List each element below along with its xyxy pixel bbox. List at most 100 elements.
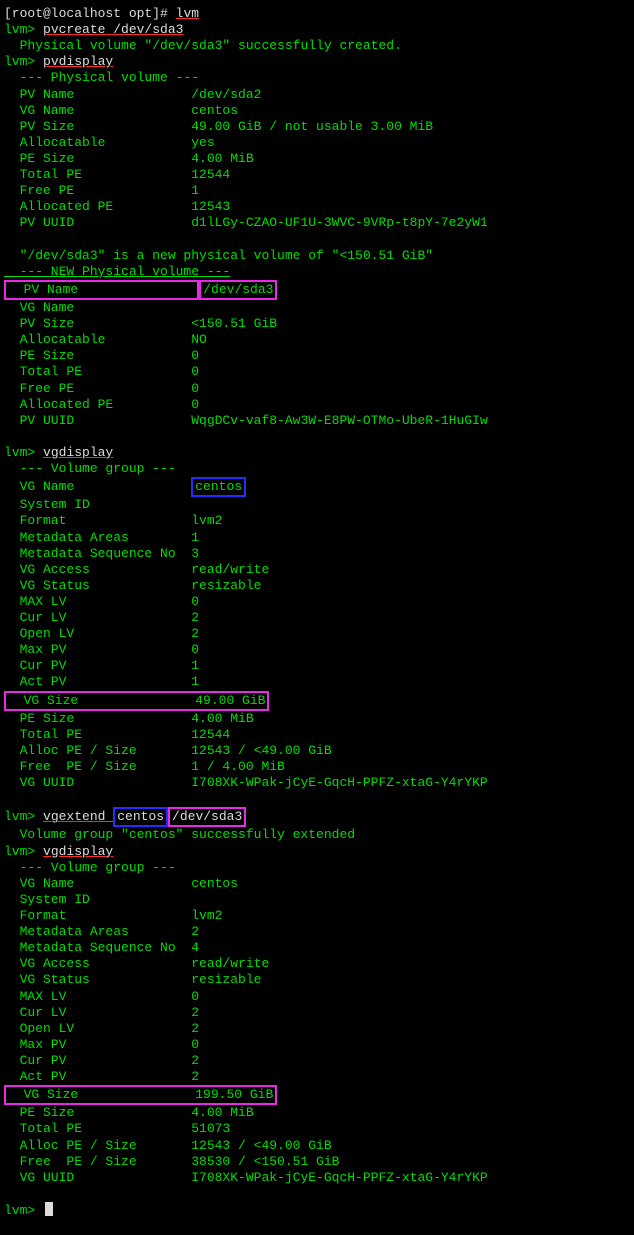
pv-freepe: Free PE 0 <box>4 381 634 397</box>
vg-maxlv: MAX LV 0 <box>4 989 634 1005</box>
vg-uuid: VG UUID I708XK-WPak-jCyE-GqcH-PPFZ-xtaG-… <box>4 1170 634 1186</box>
pv-name: PV Name /dev/sda2 <box>4 87 634 103</box>
terminal[interactable]: [root@localhost opt]# lvm lvm> pvcreate … <box>4 6 634 1219</box>
vg-openlv: Open LV 2 <box>4 626 634 642</box>
vg-totalpe: Total PE 12544 <box>4 727 634 743</box>
section-header: --- Volume group --- <box>4 461 634 477</box>
pv-freepe: Free PE 1 <box>4 183 634 199</box>
pv-name-value: /dev/sda3 <box>203 282 273 297</box>
prompt-line: [root@localhost opt]# lvm <box>4 6 634 22</box>
pv-new-intro: "/dev/sda3" is a new physical volume of … <box>4 248 634 264</box>
vg-size-value: 199.50 GiB <box>195 1087 273 1102</box>
cmd-vgdisplay: vgdisplay <box>43 844 113 859</box>
pv-uuid: PV UUID WqgDCv-vaf8-Aw3W-E8PW-OTMo-UbeR-… <box>4 413 634 429</box>
cursor-icon <box>45 1202 53 1216</box>
lvm-prompt: lvm> <box>4 1203 43 1218</box>
vg-allocpe: Alloc PE / Size 12543 / <49.00 GiB <box>4 1138 634 1154</box>
vg-maxpv: Max PV 0 <box>4 642 634 658</box>
vg-size-row: VG Size 49.00 GiB <box>4 691 634 711</box>
vg-name-label: VG Name <box>4 479 191 494</box>
output-line: Physical volume "/dev/sda3" successfully… <box>4 38 634 54</box>
pv-uuid: PV UUID d1lLGy-CZAO-UF1U-3WVC-9VRp-t8pY-… <box>4 215 634 231</box>
vg-pesize: PE Size 4.00 MiB <box>4 711 634 727</box>
cmd-vgdisplay: vgdisplay <box>43 445 113 460</box>
vg-status: VG Status resizable <box>4 578 634 594</box>
vg-curpv: Cur PV 1 <box>4 658 634 674</box>
vg-access: VG Access read/write <box>4 956 634 972</box>
vgextend-arg-dev: /dev/sda3 <box>168 807 246 827</box>
cmd-lvm: lvm <box>176 6 199 21</box>
vg-size-box: VG Size 49.00 GiB <box>4 691 269 711</box>
vg-actpv: Act PV 2 <box>4 1069 634 1085</box>
vg-totalpe: Total PE 51073 <box>4 1121 634 1137</box>
vg-curlv: Cur LV 2 <box>4 1005 634 1021</box>
pv-new-header: --- NEW Physical volume --- <box>4 264 230 279</box>
pv-vgname: VG Name centos <box>4 103 634 119</box>
prompt-line: lvm> pvdisplay <box>4 54 634 70</box>
pv-size: PV Size <150.51 GiB <box>4 316 634 332</box>
prompt-line: lvm> vgdisplay <box>4 445 634 461</box>
cmd-pvdisplay: pvdisplay <box>43 54 113 69</box>
vg-size-box: VG Size 199.50 GiB <box>4 1085 277 1105</box>
vg-meta: Metadata Areas 1 <box>4 530 634 546</box>
vg-maxlv: MAX LV 0 <box>4 594 634 610</box>
vg-name-value: centos <box>195 479 242 494</box>
lvm-prompt: lvm> <box>4 809 43 824</box>
blank-line <box>4 1186 634 1202</box>
pv-allocpe: Allocated PE 12543 <box>4 199 634 215</box>
vg-systemid: System ID <box>4 497 634 513</box>
pv-allocatable: Allocatable NO <box>4 332 634 348</box>
section-header: --- Physical volume --- <box>4 70 634 86</box>
prompt-line[interactable]: lvm> <box>4 1202 634 1219</box>
pv-name-value-box: /dev/sda3 <box>199 280 277 300</box>
vg-pesize: PE Size 4.00 MiB <box>4 1105 634 1121</box>
vg-systemid: System ID <box>4 892 634 908</box>
pv-allocpe: Allocated PE 0 <box>4 397 634 413</box>
shell-prompt: [root@localhost opt]# <box>4 6 176 21</box>
vg-name-row: VG Name centos <box>4 477 634 497</box>
vg-metaseq: Metadata Sequence No 3 <box>4 546 634 562</box>
prompt-line: lvm> vgdisplay <box>4 844 634 860</box>
lvm-prompt: lvm> <box>4 22 43 37</box>
vg-curlv: Cur LV 2 <box>4 610 634 626</box>
blank-line <box>4 791 634 807</box>
vg-meta: Metadata Areas 2 <box>4 924 634 940</box>
vg-format: Format lvm2 <box>4 908 634 924</box>
blank-line <box>4 429 634 445</box>
pv-pesize: PE Size 0 <box>4 348 634 364</box>
pv-vgname: VG Name <box>4 300 634 316</box>
vg-metaseq: Metadata Sequence No 4 <box>4 940 634 956</box>
cmd-pvcreate: pvcreate /dev/sda3 <box>43 22 183 37</box>
vg-size-label: VG Size <box>8 693 195 708</box>
vg-size-label: VG Size <box>8 1087 195 1102</box>
vg-freepe: Free PE / Size 1 / 4.00 MiB <box>4 759 634 775</box>
vg-actpv: Act PV 1 <box>4 674 634 690</box>
blank-line <box>4 232 634 248</box>
vg-access: VG Access read/write <box>4 562 634 578</box>
section-header: --- Volume group --- <box>4 860 634 876</box>
lvm-prompt: lvm> <box>4 445 43 460</box>
lvm-prompt: lvm> <box>4 844 43 859</box>
pv-totalpe: Total PE 0 <box>4 364 634 380</box>
section-header: --- NEW Physical volume --- <box>4 264 634 280</box>
vg-uuid: VG UUID I708XK-WPak-jCyE-GqcH-PPFZ-xtaG-… <box>4 775 634 791</box>
vg-curpv: Cur PV 2 <box>4 1053 634 1069</box>
pv-totalpe: Total PE 12544 <box>4 167 634 183</box>
vg-size-value: 49.00 GiB <box>195 693 265 708</box>
vg-freepe: Free PE / Size 38530 / <150.51 GiB <box>4 1154 634 1170</box>
vg-maxpv: Max PV 0 <box>4 1037 634 1053</box>
pv-name-row: PV Name /dev/sda3 <box>4 280 634 300</box>
vg-openlv: Open LV 2 <box>4 1021 634 1037</box>
vg-size-row: VG Size 199.50 GiB <box>4 1085 634 1105</box>
prompt-line: lvm> pvcreate /dev/sda3 <box>4 22 634 38</box>
vg-allocpe: Alloc PE / Size 12543 / <49.00 GiB <box>4 743 634 759</box>
pv-name-label: PV Name <box>8 282 195 297</box>
lvm-prompt: lvm> <box>4 54 43 69</box>
output-line: Volume group "centos" successfully exten… <box>4 827 634 843</box>
pv-size: PV Size 49.00 GiB / not usable 3.00 MiB <box>4 119 634 135</box>
cmd-vgextend: vgextend <box>43 809 113 824</box>
vg-name-value-box: centos <box>191 477 246 497</box>
vg-format: Format lvm2 <box>4 513 634 529</box>
pv-pesize: PE Size 4.00 MiB <box>4 151 634 167</box>
vgextend-arg-vg: centos <box>113 807 168 827</box>
